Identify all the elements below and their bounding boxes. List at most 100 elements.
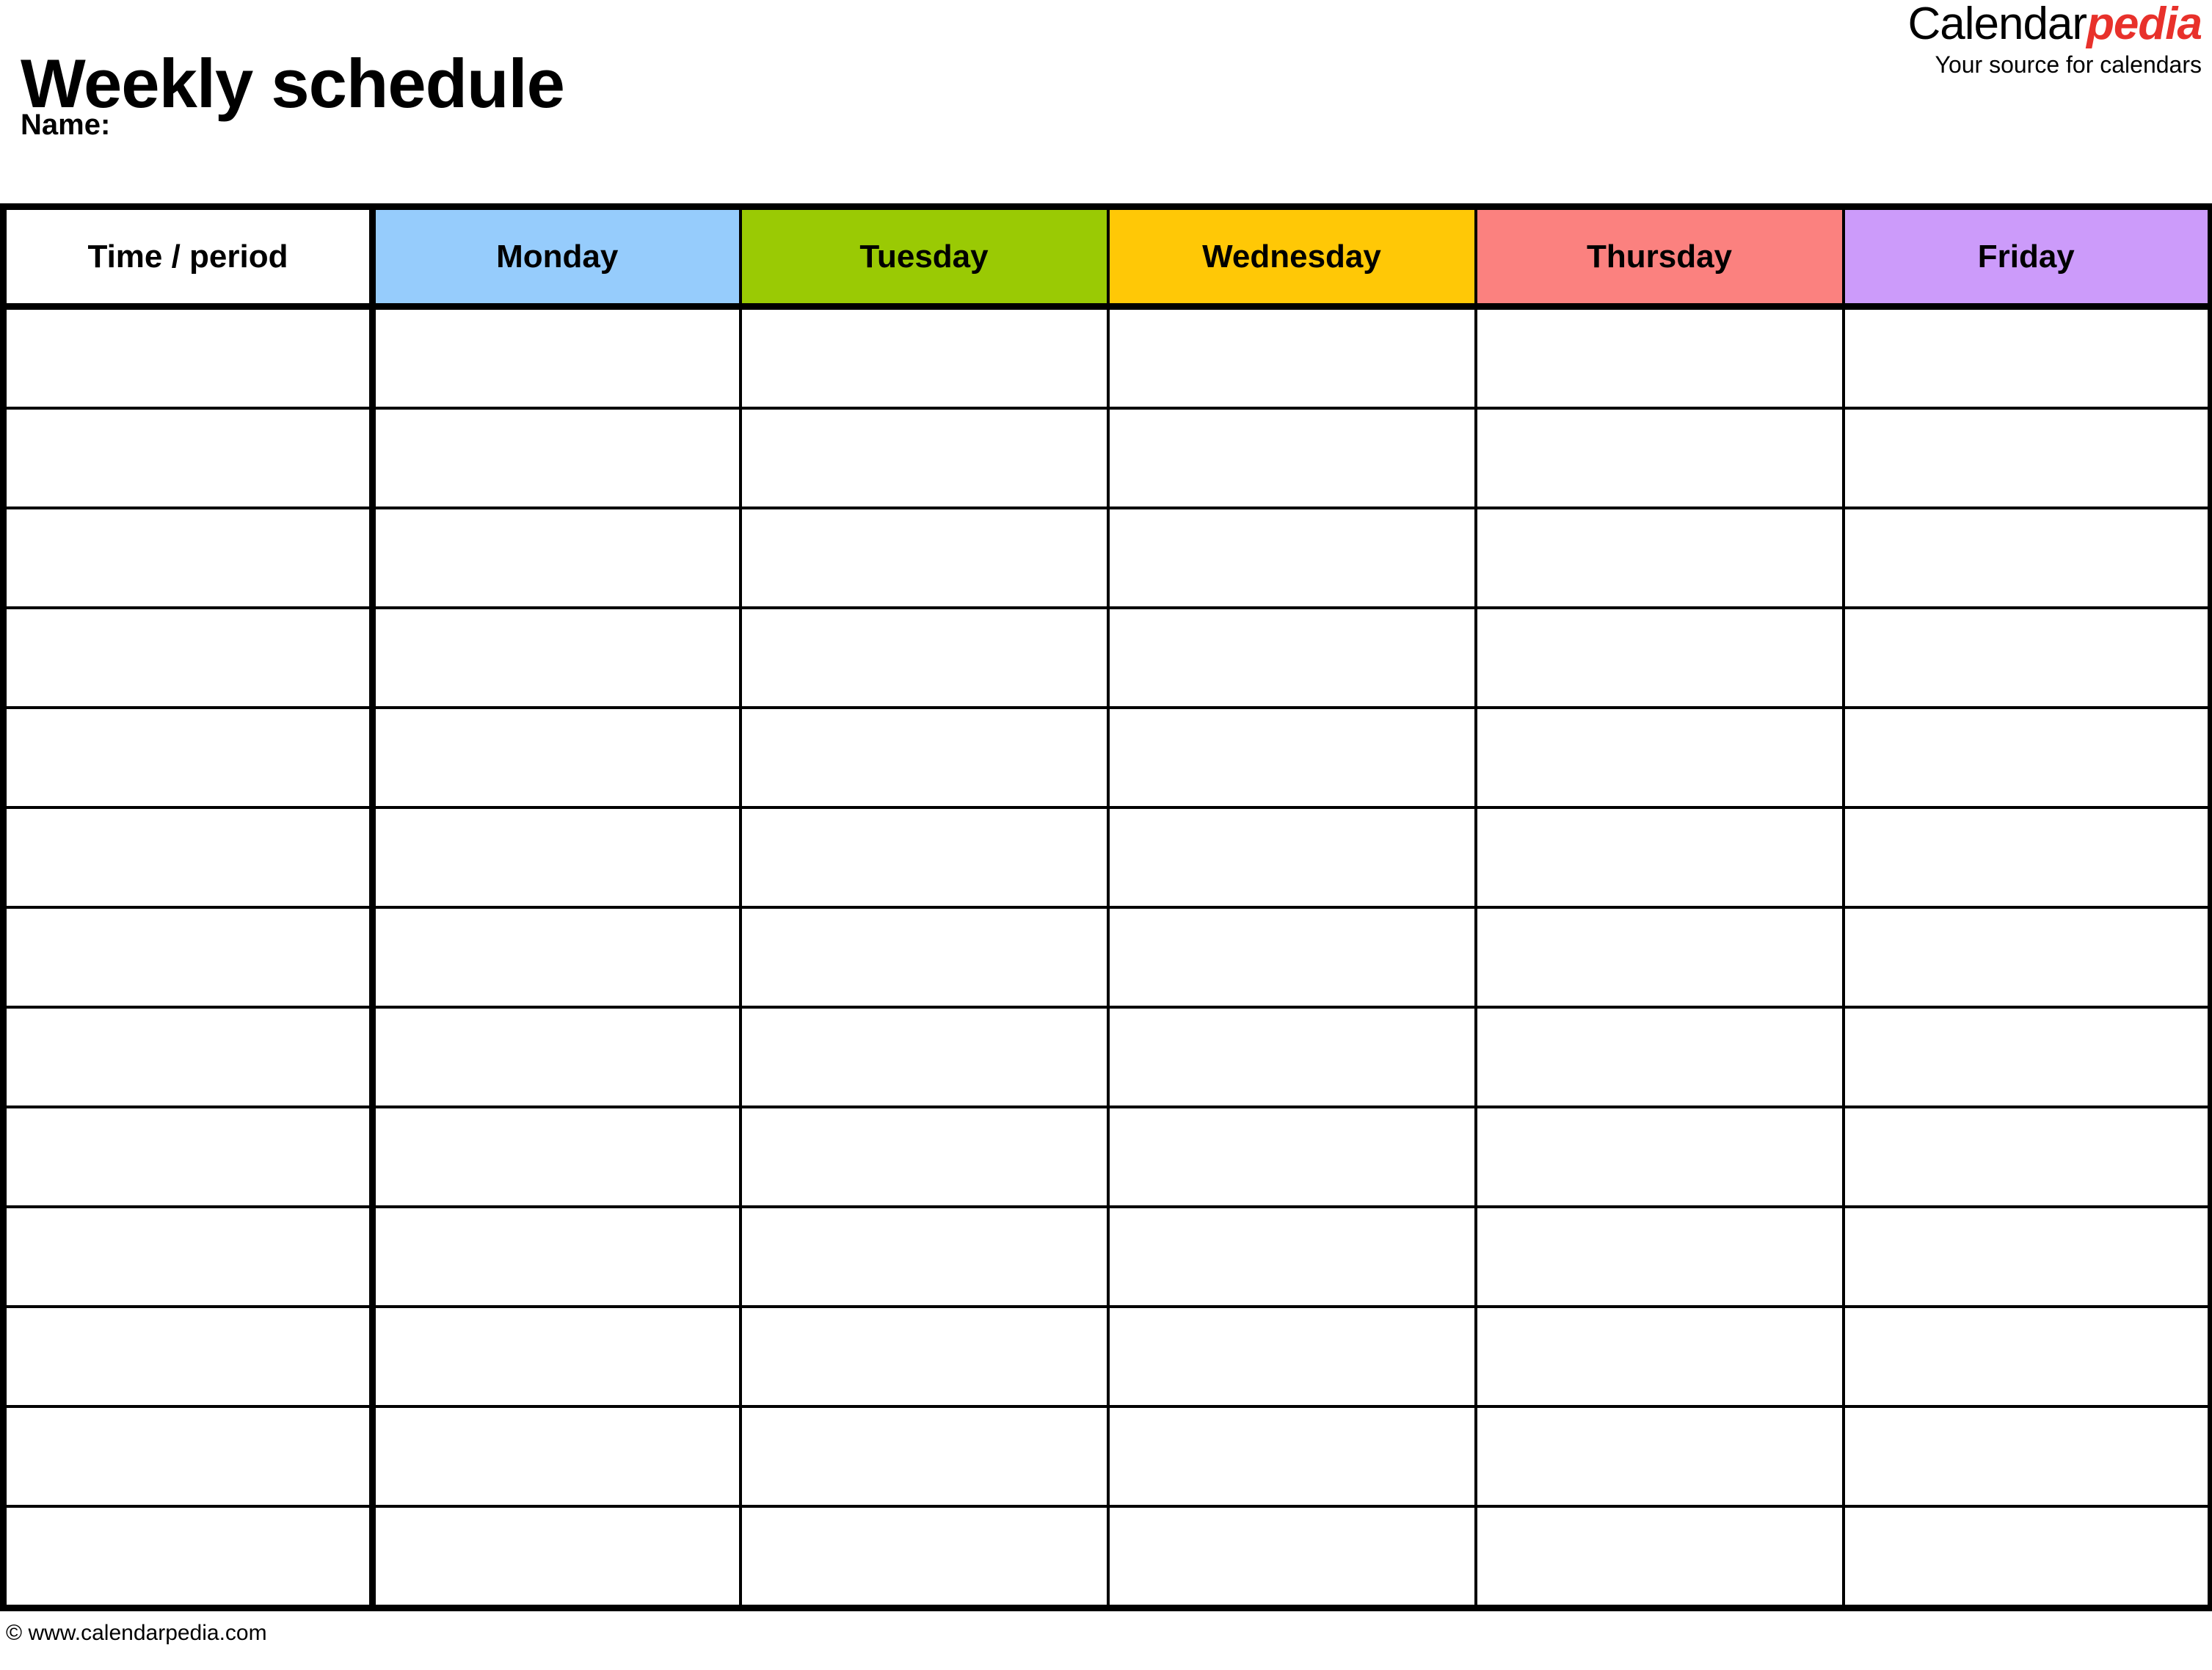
cell-tuesday[interactable] xyxy=(740,1406,1110,1508)
cell-friday[interactable] xyxy=(1843,1007,2211,1108)
cell-wednesday[interactable] xyxy=(1107,1207,1477,1308)
cell-time[interactable] xyxy=(3,708,376,809)
cell-tuesday[interactable] xyxy=(740,1307,1110,1408)
cell-thursday[interactable] xyxy=(1475,807,1845,909)
cell-wednesday[interactable] xyxy=(1107,508,1477,609)
cell-thursday[interactable] xyxy=(1475,1506,1845,1608)
cell-tuesday[interactable] xyxy=(740,1107,1110,1208)
cell-friday[interactable] xyxy=(1843,1207,2211,1308)
cell-time[interactable] xyxy=(3,306,376,410)
cell-thursday[interactable] xyxy=(1475,1007,1845,1108)
cell-friday[interactable] xyxy=(1843,508,2211,609)
table-header: Time / period Monday Tuesday Wednesday Thurs… xyxy=(3,206,2211,310)
cell-tuesday[interactable] xyxy=(740,1007,1110,1108)
column-header-label: Thursday xyxy=(1586,238,1733,275)
calendarpedia-logo: Calendarpedia Your source for calendars xyxy=(1907,0,2202,77)
cell-monday[interactable] xyxy=(372,1007,742,1108)
header-row: Time / period Monday Tuesday Wednesday Thurs… xyxy=(3,206,2211,310)
cell-thursday[interactable] xyxy=(1475,408,1845,509)
cell-thursday[interactable] xyxy=(1475,1406,1845,1508)
cell-time[interactable] xyxy=(3,608,376,709)
cell-time[interactable] xyxy=(3,1107,376,1208)
cell-monday[interactable] xyxy=(372,1506,742,1608)
cell-wednesday[interactable] xyxy=(1107,1406,1477,1508)
cell-wednesday[interactable] xyxy=(1107,1506,1477,1608)
cell-time[interactable] xyxy=(3,1307,376,1408)
cell-monday[interactable] xyxy=(372,1406,742,1508)
cell-tuesday[interactable] xyxy=(740,1506,1110,1608)
cell-time[interactable] xyxy=(3,408,376,509)
cell-monday[interactable] xyxy=(372,1307,742,1408)
cell-thursday[interactable] xyxy=(1475,306,1845,410)
cell-thursday[interactable] xyxy=(1475,508,1845,609)
table-row xyxy=(3,708,2211,809)
cell-wednesday[interactable] xyxy=(1107,1307,1477,1408)
table-row xyxy=(3,1007,2211,1108)
cell-time[interactable] xyxy=(3,1506,376,1608)
cell-wednesday[interactable] xyxy=(1107,1107,1477,1208)
table-body xyxy=(3,306,2211,1608)
cell-thursday[interactable] xyxy=(1475,1107,1845,1208)
table-row xyxy=(3,807,2211,909)
cell-thursday[interactable] xyxy=(1475,1307,1845,1408)
column-header-tuesday: Tuesday xyxy=(740,206,1110,310)
cell-wednesday[interactable] xyxy=(1107,807,1477,909)
cell-monday[interactable] xyxy=(372,508,742,609)
column-header-label: Time / period xyxy=(87,238,288,275)
cell-wednesday[interactable] xyxy=(1107,907,1477,1009)
column-header-label: Wednesday xyxy=(1202,238,1381,275)
cell-monday[interactable] xyxy=(372,708,742,809)
cell-wednesday[interactable] xyxy=(1107,708,1477,809)
cell-friday[interactable] xyxy=(1843,1406,2211,1508)
brand-word-primary: Calendar xyxy=(1907,0,2087,49)
weekly-schedule-table: Time / period Monday Tuesday Wednesday Thurs… xyxy=(0,203,2212,1611)
column-header-label: Tuesday xyxy=(859,238,989,275)
name-field-label: Name: xyxy=(21,109,111,141)
cell-tuesday[interactable] xyxy=(740,508,1110,609)
cell-time[interactable] xyxy=(3,1406,376,1508)
cell-wednesday[interactable] xyxy=(1107,608,1477,709)
cell-time[interactable] xyxy=(3,907,376,1009)
cell-friday[interactable] xyxy=(1843,408,2211,509)
cell-thursday[interactable] xyxy=(1475,708,1845,809)
table-row xyxy=(3,907,2211,1009)
cell-friday[interactable] xyxy=(1843,807,2211,909)
cell-monday[interactable] xyxy=(372,1107,742,1208)
cell-thursday[interactable] xyxy=(1475,608,1845,709)
cell-thursday[interactable] xyxy=(1475,1207,1845,1308)
cell-time[interactable] xyxy=(3,807,376,909)
column-header-time: Time / period xyxy=(3,206,376,310)
cell-tuesday[interactable] xyxy=(740,708,1110,809)
cell-tuesday[interactable] xyxy=(740,1207,1110,1308)
table-row xyxy=(3,1107,2211,1208)
brand-word-accent: pedia xyxy=(2087,0,2202,49)
cell-friday[interactable] xyxy=(1843,1506,2211,1608)
cell-tuesday[interactable] xyxy=(740,306,1110,410)
cell-monday[interactable] xyxy=(372,807,742,909)
cell-wednesday[interactable] xyxy=(1107,1007,1477,1108)
cell-monday[interactable] xyxy=(372,1207,742,1308)
cell-monday[interactable] xyxy=(372,306,742,410)
cell-time[interactable] xyxy=(3,1207,376,1308)
cell-friday[interactable] xyxy=(1843,1107,2211,1208)
cell-tuesday[interactable] xyxy=(740,408,1110,509)
cell-friday[interactable] xyxy=(1843,608,2211,709)
cell-friday[interactable] xyxy=(1843,1307,2211,1408)
cell-friday[interactable] xyxy=(1843,708,2211,809)
cell-wednesday[interactable] xyxy=(1107,408,1477,509)
cell-tuesday[interactable] xyxy=(740,907,1110,1009)
cell-monday[interactable] xyxy=(372,408,742,509)
column-header-label: Friday xyxy=(1977,238,2075,275)
cell-friday[interactable] xyxy=(1843,306,2211,410)
cell-time[interactable] xyxy=(3,508,376,609)
cell-tuesday[interactable] xyxy=(740,608,1110,709)
page-header: Weekly schedule Name: Calendarpedia Your… xyxy=(0,0,2212,203)
cell-friday[interactable] xyxy=(1843,907,2211,1009)
cell-wednesday[interactable] xyxy=(1107,306,1477,410)
cell-thursday[interactable] xyxy=(1475,907,1845,1009)
cell-tuesday[interactable] xyxy=(740,807,1110,909)
cell-monday[interactable] xyxy=(372,608,742,709)
cell-monday[interactable] xyxy=(372,907,742,1009)
column-header-monday: Monday xyxy=(372,206,742,310)
cell-time[interactable] xyxy=(3,1007,376,1108)
